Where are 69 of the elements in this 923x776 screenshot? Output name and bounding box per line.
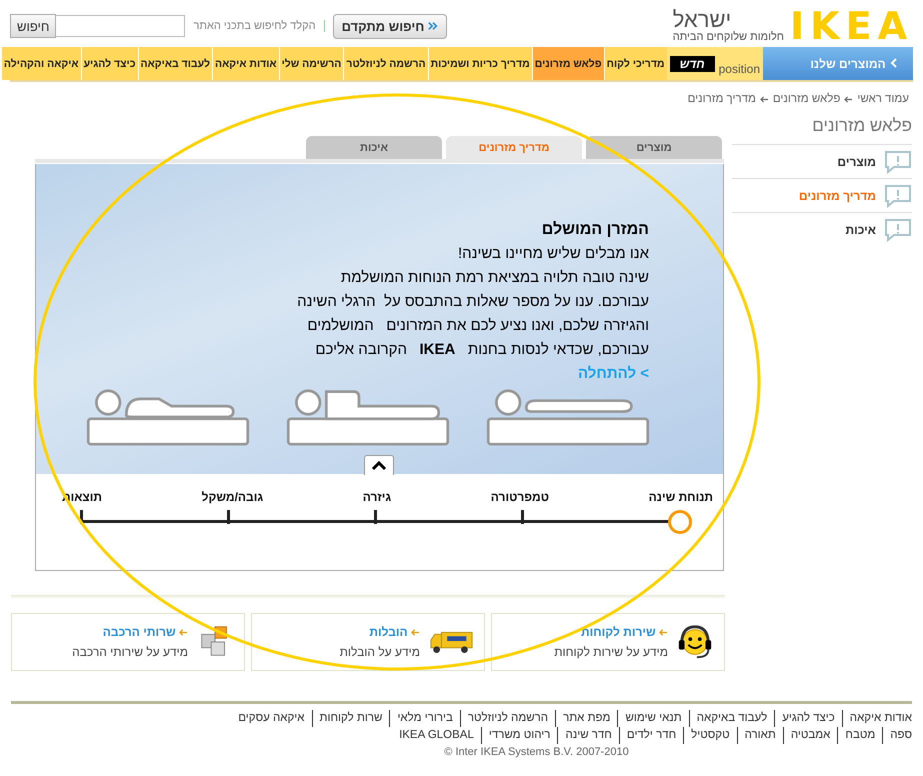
arrow-icon <box>659 629 668 636</box>
nav-tab[interactable]: הרשמה לניוזלטר <box>343 47 428 80</box>
search-button[interactable]: חיפוש <box>10 14 56 38</box>
sidebar-title: פלאש מזרונים <box>811 115 912 137</box>
footer-link[interactable]: טקסטיל <box>683 727 737 744</box>
country-name: ישראל <box>672 9 732 31</box>
speech-bubble-icon <box>884 150 912 174</box>
intro-text-line: אנו מבלים שליש מחיינו בשינה! <box>457 244 649 264</box>
slogan: חלומות שלוקחים הביתה <box>672 31 784 43</box>
footer-link[interactable]: איקאה עסקים <box>231 710 312 727</box>
intro-text-line: שינה טובה תלויה במציאת רמת הנוחות המושלמת <box>340 268 649 288</box>
breadcrumb-link[interactable]: פלאש מזרונים <box>772 93 840 105</box>
nav-tab[interactable]: הרשימה שלי <box>278 47 344 80</box>
new-badge: חדש <box>670 56 715 72</box>
arrow-icon <box>179 629 188 636</box>
service-description: מידע על הובלות <box>340 645 420 659</box>
intro-title: המזרן המושלם <box>540 220 649 240</box>
footer-link[interactable]: תנאי שימוש <box>617 710 689 727</box>
arrow-icon <box>844 96 854 102</box>
position-text: position <box>718 62 760 78</box>
nav-tab[interactable]: אודות איקאה <box>212 47 279 80</box>
breadcrumb-link[interactable]: עמוד ראשי <box>857 93 909 105</box>
content-tab[interactable]: איכות <box>306 136 442 159</box>
footer-link[interactable]: אמבטיה <box>782 727 838 744</box>
footer-link[interactable]: תאורה <box>736 727 783 744</box>
service-description: מידע על שירותי הרכבה <box>72 645 188 659</box>
collapse-button[interactable] <box>364 455 394 475</box>
sidebar-item[interactable]: איכות <box>732 212 912 246</box>
footer-link[interactable]: אודות איקאה <box>842 710 912 727</box>
service-description: מידע על שירות לקוחות <box>554 645 668 659</box>
nav-tab[interactable]: לעבוד באיקאה <box>138 47 212 80</box>
footer-link[interactable]: שרות לקוחות <box>312 710 390 727</box>
footer-link[interactable]: ריהוט משרדי <box>480 727 558 744</box>
footer-link[interactable]: כיצד להגיע <box>774 710 842 727</box>
search-field[interactable] <box>55 15 186 37</box>
footer-link[interactable]: ספה <box>882 727 912 744</box>
sidebar-item[interactable]: מוצרים <box>732 144 912 178</box>
footer-link[interactable]: בירורי מלאי <box>389 710 460 727</box>
search-hint: הקלד לחיפוש בתכני האתר <box>193 20 316 32</box>
smiley-headset-icon <box>676 623 714 661</box>
footer-link[interactable]: לעבוד באיקאה <box>688 710 774 727</box>
nav-tab[interactable]: איקאה והקהילה <box>0 47 81 80</box>
arrow-icon <box>411 629 420 636</box>
footer-link[interactable]: חדר ילדים <box>618 727 684 744</box>
step-label: גובה/משקל <box>202 490 264 504</box>
nav-tab[interactable]: כיצד להגיע <box>80 47 138 80</box>
footer-link[interactable]: הרשמה לניוזלטר <box>460 710 556 727</box>
copyright: © Inter IKEA Systems B.V. 2007-2010 <box>443 746 630 758</box>
speech-bubble-icon <box>884 184 912 208</box>
speech-bubble-icon <box>884 218 912 242</box>
footer-link[interactable]: חדר שינה <box>557 727 619 744</box>
double-chevron-icon <box>428 20 438 30</box>
caret-icon <box>371 460 387 470</box>
intro-text-line: והגיזרה שלכם, ואנו נציע לכם את המזרונים המושלמים <box>306 316 649 336</box>
step-label: תנוחת שינה <box>648 490 713 504</box>
footer-link[interactable]: מפת אתר <box>555 710 618 727</box>
advanced-search-button[interactable]: חיפוש מתקדם <box>332 14 447 38</box>
step-label: טמפרטורה <box>490 490 550 504</box>
footer-link[interactable]: מטבח <box>837 727 882 744</box>
nav-tab[interactable]: פלאש מזרונים <box>532 47 604 80</box>
arrow-icon <box>760 96 769 102</box>
chevron-icon <box>889 58 899 68</box>
content-tab[interactable]: מוצרים <box>586 136 722 159</box>
nav-tab[interactable]: מדריך כריות ושמיכות <box>428 47 532 80</box>
nav-tab[interactable]: מדריכי לקוח <box>604 47 667 80</box>
step-label: גיזרה <box>362 490 392 504</box>
breadcrumb-link[interactable]: מדריך מזרונים <box>688 93 756 105</box>
intro-text-line: עבורכם. ענו על מספר שאלות בהתבסס על הרגלי השינה <box>297 292 649 312</box>
footer-link[interactable]: IKEA GLOBAL <box>392 727 481 744</box>
